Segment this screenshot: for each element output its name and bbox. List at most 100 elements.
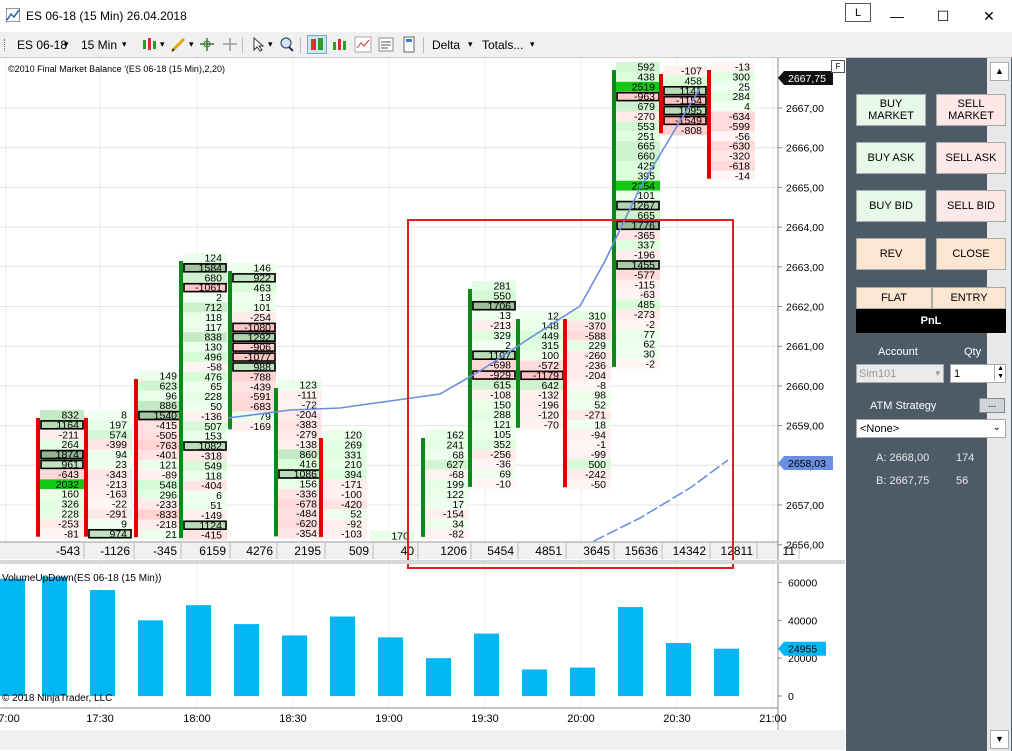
l-button[interactable]: L [845,3,871,22]
data-box-icon[interactable] [400,36,418,53]
maximize-button[interactable]: ☐ [920,0,966,32]
sell-bid-button[interactable]: SELL BID [936,190,1006,222]
volume-bar [522,669,547,696]
chart-trader-panel: ▲ ▼ BUY MARKET SELL MARKET BUY ASK SELL AS… [846,58,1012,751]
window-title: ES 06-18 (15 Min) 26.04.2018 [26,9,187,23]
toolbar-grip [4,39,8,51]
chevron-down-icon[interactable]: ▾ [530,36,535,53]
footprint-value: -415 [201,530,222,542]
bar-delta-value: 15636 [625,544,659,558]
chevron-down-icon[interactable]: ▾ [64,36,69,53]
minimize-button[interactable]: — [874,0,920,32]
volume-bar [0,578,25,696]
chart-toolbar: ES 06-18 ▾ 15 Min ▾ ▾ ▾ ▾ Delta ▾ Totals… [0,32,1012,58]
bar-delta-value: -1126 [100,544,130,558]
atm-strategy-select[interactable]: <None> ⌄ [856,419,1006,438]
bar-delta-value: 12811 [721,544,754,558]
down-candle-body [319,438,323,537]
crosshair-icon[interactable] [198,36,216,53]
qty-value: 1 [954,368,961,380]
time-tick-label: 21:00 [759,713,787,725]
chevron-down-icon[interactable]: ▾ [122,36,127,53]
price-tick-label: 2662,00 [786,302,824,314]
price-tick-label: 2659,00 [786,421,824,433]
delta-menu[interactable]: Delta [432,36,460,53]
close-position-button[interactable]: CLOSE [936,238,1006,270]
lower-panel-label: VolumeUpDown(ES 06-18 (15 Min)) [2,573,162,584]
pencil-icon[interactable] [170,36,188,53]
time-tick-label: 20:00 [567,713,595,725]
atm-strategy-value: <None> [860,423,900,435]
bar-delta-value: 4851 [535,544,562,558]
buy-ask-button[interactable]: BUY ASK [856,142,926,174]
chevron-down-icon[interactable]: ▾ [268,36,273,53]
toolbar-separator [242,37,243,53]
properties-icon[interactable] [377,36,395,53]
buy-market-button[interactable]: BUY MARKET [856,94,926,126]
footprint-value: -10 [496,479,511,491]
price-tick-label: 2660,00 [786,381,824,393]
chart-area[interactable]: 832 1164 -211 264 1874 961 -643 2032 160 326 228 -2… [0,58,845,750]
bar-chart-icon[interactable] [331,36,349,53]
chart-canvas[interactable]: 8321164-2112641874961-6432032160326228-2… [0,58,845,750]
footprint-value: 170 [391,531,409,543]
scroll-down-arrow-icon[interactable]: ▼ [990,730,1009,749]
order-flow-icon[interactable] [307,35,327,54]
instrument-selector[interactable]: ES 06-18 [17,36,67,53]
global-crosshair-icon[interactable] [221,36,239,53]
close-window-button[interactable]: ✕ [966,0,1012,32]
buy-bid-button[interactable]: BUY BID [856,190,926,222]
reverse-button[interactable]: REV [856,238,926,270]
toolbar-separator [300,37,301,53]
qty-stepper[interactable]: 1 ▲ ▼ [950,364,1006,383]
atm-strategy-label: ATM Strategy [870,400,937,412]
volume-bar [42,576,67,696]
volume-bar [666,643,691,696]
bar-delta-value: 14342 [673,544,707,558]
sell-market-button[interactable]: SELL MARKET [936,94,1006,126]
footprint-value: -808 [681,125,702,137]
volume-tick-label: 60000 [788,577,817,589]
chart-app-icon [6,8,20,22]
up-candle-body [228,271,232,430]
cursor-icon[interactable] [250,36,268,53]
chevron-down-icon[interactable]: ▾ [468,36,473,53]
footprint-value: -14 [735,170,750,182]
qty-label: Qty [964,346,982,358]
up-candle-body [179,261,183,539]
stepper-arrows-icon[interactable]: ▲ ▼ [994,365,1004,381]
bar-delta-value: 509 [349,544,369,558]
scroll-up-arrow-icon[interactable]: ▲ [990,62,1009,81]
volume-bar [282,635,307,696]
bar-delta-value: 1206 [440,544,467,558]
footprint-value: -81 [64,528,79,540]
volume-bar [618,607,643,696]
volume-bar [234,624,259,696]
down-candle-body [36,418,40,537]
volume-bar [378,637,403,696]
line-chart-icon[interactable] [354,36,372,53]
account-select[interactable]: Sim101 ▾ [856,364,944,383]
zoom-icon[interactable] [278,36,296,53]
chevron-down-icon[interactable]: ▾ [160,36,165,53]
up-candle-body [421,438,425,537]
totals-menu[interactable]: Totals... [482,36,523,53]
indicator-label: ©2010 Final Market Balance '(ES 06-18 (1… [8,64,225,74]
candlestick-icon[interactable] [141,36,159,53]
down-candle-body [563,319,567,488]
sell-ask-button[interactable]: SELL ASK [936,142,1006,174]
atm-settings-button[interactable]: ... [979,398,1005,413]
time-tick-label: 18:30 [279,713,307,725]
entry-label: ENTRY [932,287,1006,309]
up-candle-body [274,388,278,537]
chevron-down-icon[interactable]: ▾ [189,36,194,53]
down-candle-body [134,379,138,538]
chevron-down-icon: ⌄ [992,422,1001,433]
price-tick-label: 2663,00 [786,262,824,274]
footprint-value: -82 [449,529,464,541]
bar-delta-value: 4276 [246,544,273,558]
interval-selector[interactable]: 15 Min [81,36,117,53]
chart-f-button[interactable]: F [831,60,845,73]
footprint-value: -169 [250,421,271,433]
price-tick-label: 2665,00 [786,182,824,194]
